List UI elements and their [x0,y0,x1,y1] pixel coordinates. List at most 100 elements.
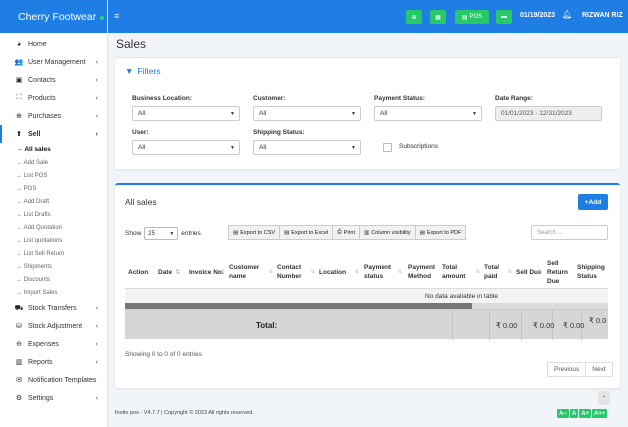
select-value: All [138,144,146,151]
subscriptions-checkbox[interactable] [383,143,392,152]
button-label: Column visibility [371,229,411,236]
user-select[interactable]: All ▼ [132,140,240,155]
col-invoice-no[interactable]: Invoice No. ⇅ [189,255,227,289]
col-customer-name[interactable]: Customer name ⇅ [229,255,275,289]
minus-circle-icon: ⊖ [16,341,22,348]
business-location-select[interactable]: All ▼ [132,106,240,121]
sidebar-item-products[interactable]: ⛶ Products ‹ [0,89,107,107]
sales-title: All sales [125,197,157,207]
col-label: Invoice No. [189,268,224,276]
arrow-circle-up-icon: ⬆ [16,131,22,138]
sort-icon: ⇅ [397,269,402,275]
col-sell-due[interactable]: Sell Due ⇅ [516,255,544,289]
submenu-item-import-sales[interactable]: → Import Sales [0,286,107,299]
add-label: Add [588,198,602,206]
font-increase-more-button[interactable]: A++ [592,409,608,418]
column-visibility-button[interactable]: ▥ Column visibility [358,225,416,240]
col-shipping-status[interactable]: Shipping Status [577,255,608,289]
sidebar-item-settings[interactable]: ⚙ Settings ‹ [0,389,107,407]
col-sell-return-due: Sell Return Due [547,255,575,289]
button-label: Print [343,229,355,236]
sidebar-item-contacts[interactable]: ▣ Contacts ‹ [0,71,107,89]
sidebar-item-reports[interactable]: ▥ Reports ‹ [0,353,107,371]
submenu-item-list-pos[interactable]: → List POS [0,169,107,182]
col-contact-number[interactable]: Contact Number ⇅ [277,255,317,289]
bell-icon[interactable]: 🔔︎ [562,10,572,19]
brand[interactable]: Cherry Footwear [0,0,107,33]
submenu-item-add-draft[interactable]: → Add Draft [0,195,107,208]
sidebar-item-user-management[interactable]: 👥 User Management ‹ [0,53,107,71]
submenu-label: Add Draft [23,198,50,205]
add-expense-button[interactable]: ⊕ [406,10,422,24]
export-excel-button[interactable]: ▤ Export to Excel [279,225,334,240]
submenu-item-pos[interactable]: → POS [0,182,107,195]
submenu-item-discounts[interactable]: → Discounts [0,273,107,286]
export-pdf-button[interactable]: ▤ Export to PDF [414,225,467,240]
col-total-paid[interactable]: Total paid ⇅ [484,255,514,289]
sidebar-item-stock-adjustment[interactable]: ⛁ Stock Adjustment ‹ [0,317,107,335]
search-input[interactable]: Search ... [531,225,608,240]
col-location[interactable]: Location ⇅ [319,255,361,289]
menu-toggle-icon[interactable]: ≡ [114,11,119,21]
scroll-to-top-button[interactable]: ⌃ [598,391,610,405]
submenu-item-list-quotations[interactable]: → List quotations [0,234,107,247]
cash-register-button[interactable]: ▬ [496,10,512,24]
page-length-select[interactable]: 25 ▼ [144,227,179,240]
add-sale-button[interactable]: + Add [578,194,608,210]
col-total-amount[interactable]: Total amount ⇅ [442,255,482,289]
divider [489,310,490,340]
print-button[interactable]: ⎙ Print [332,225,360,240]
pos-label: POS [469,14,483,20]
font-decrease-button[interactable]: A− [557,409,569,418]
user-menu[interactable]: RIZWAN RIZ [582,12,623,19]
date-range-input[interactable]: 01/01/2023 - 12/31/2023 [495,106,602,121]
shipping-status-select[interactable]: All ▼ [253,140,361,155]
submenu-item-shipments[interactable]: → Shipments [0,260,107,273]
current-date: 01/19/2023 [520,12,556,19]
col-payment-status[interactable]: Payment status ⇅ [364,255,404,289]
total-label: Total: [256,321,278,330]
sidebar-item-sell[interactable]: ⬆ Sell ‹ [0,125,107,143]
filters-toggle[interactable]: ▼ Filters [125,66,161,76]
customer-select[interactable]: All ▼ [253,106,361,121]
button-label: Export to Excel [291,229,329,236]
submenu-item-add-sale[interactable]: → Add Sale [0,156,107,169]
input-value: 01/01/2023 - 12/31/2023 [501,110,572,117]
submenu-item-all-sales[interactable]: → All sales [0,143,107,156]
sidebar-item-purchases[interactable]: ⊕ Purchases ‹ [0,107,107,125]
button-label: Export to PDF [426,229,462,236]
select-value: 25 [148,230,155,237]
payment-status-select[interactable]: All ▼ [374,106,482,121]
previous-page-button[interactable]: Previous [547,362,587,377]
sidebar-item-label: Reports [28,358,53,366]
select-value: All [380,110,388,117]
chevron-left-icon: ‹ [95,358,98,366]
submenu-item-list-sell-return[interactable]: → List Sell Return [0,247,107,260]
font-reset-button[interactable]: A [569,409,579,418]
col-date[interactable]: Date ⇅ [158,255,188,289]
submenu-item-add-quotation[interactable]: → Add Quotation [0,221,107,234]
sidebar-item-expenses[interactable]: ⊖ Expenses ‹ [0,335,107,353]
sort-icon: ⇅ [475,269,480,275]
sidebar-item-home[interactable]: ◕ Home [0,35,107,53]
submenu-label: List Drafts [23,211,51,218]
filters-panel: ▼ Filters Business Location: All ▼ Custom… [115,57,620,169]
submenu-label: Add Quotation [23,224,63,231]
empty-text: No data available in table [425,292,498,300]
sidebar-item-notification-templates[interactable]: ✉ Notification Templates [0,371,107,389]
topbar: ≡ ⊕ ▦ ▤ POS ▬ 01/19/2023 🔔︎ RIZWAN RIZ [108,0,628,33]
calculator-button[interactable]: ▦ [430,10,446,24]
font-increase-button[interactable]: A+ [579,409,592,418]
next-page-button[interactable]: Next [585,362,613,377]
submenu-item-list-drafts[interactable]: → List Drafts [0,208,107,221]
export-csv-button[interactable]: ▤ Export to CSV [228,225,281,240]
sidebar-item-stock-transfers[interactable]: ⛟ Stock Transfers ‹ [0,299,107,317]
footer-text: footie pos - V4.7.7 | Copyright © 2023 A… [115,410,254,416]
filters-title: Filters [137,66,161,76]
file-pdf-icon: ▤ [419,229,425,236]
sidebar-item-label: Stock Transfers [28,304,77,312]
pos-button[interactable]: ▤ POS [455,10,489,24]
submenu-label: Discounts [23,276,51,283]
address-book-icon: ▣ [15,77,23,84]
select-value: All [138,110,146,117]
